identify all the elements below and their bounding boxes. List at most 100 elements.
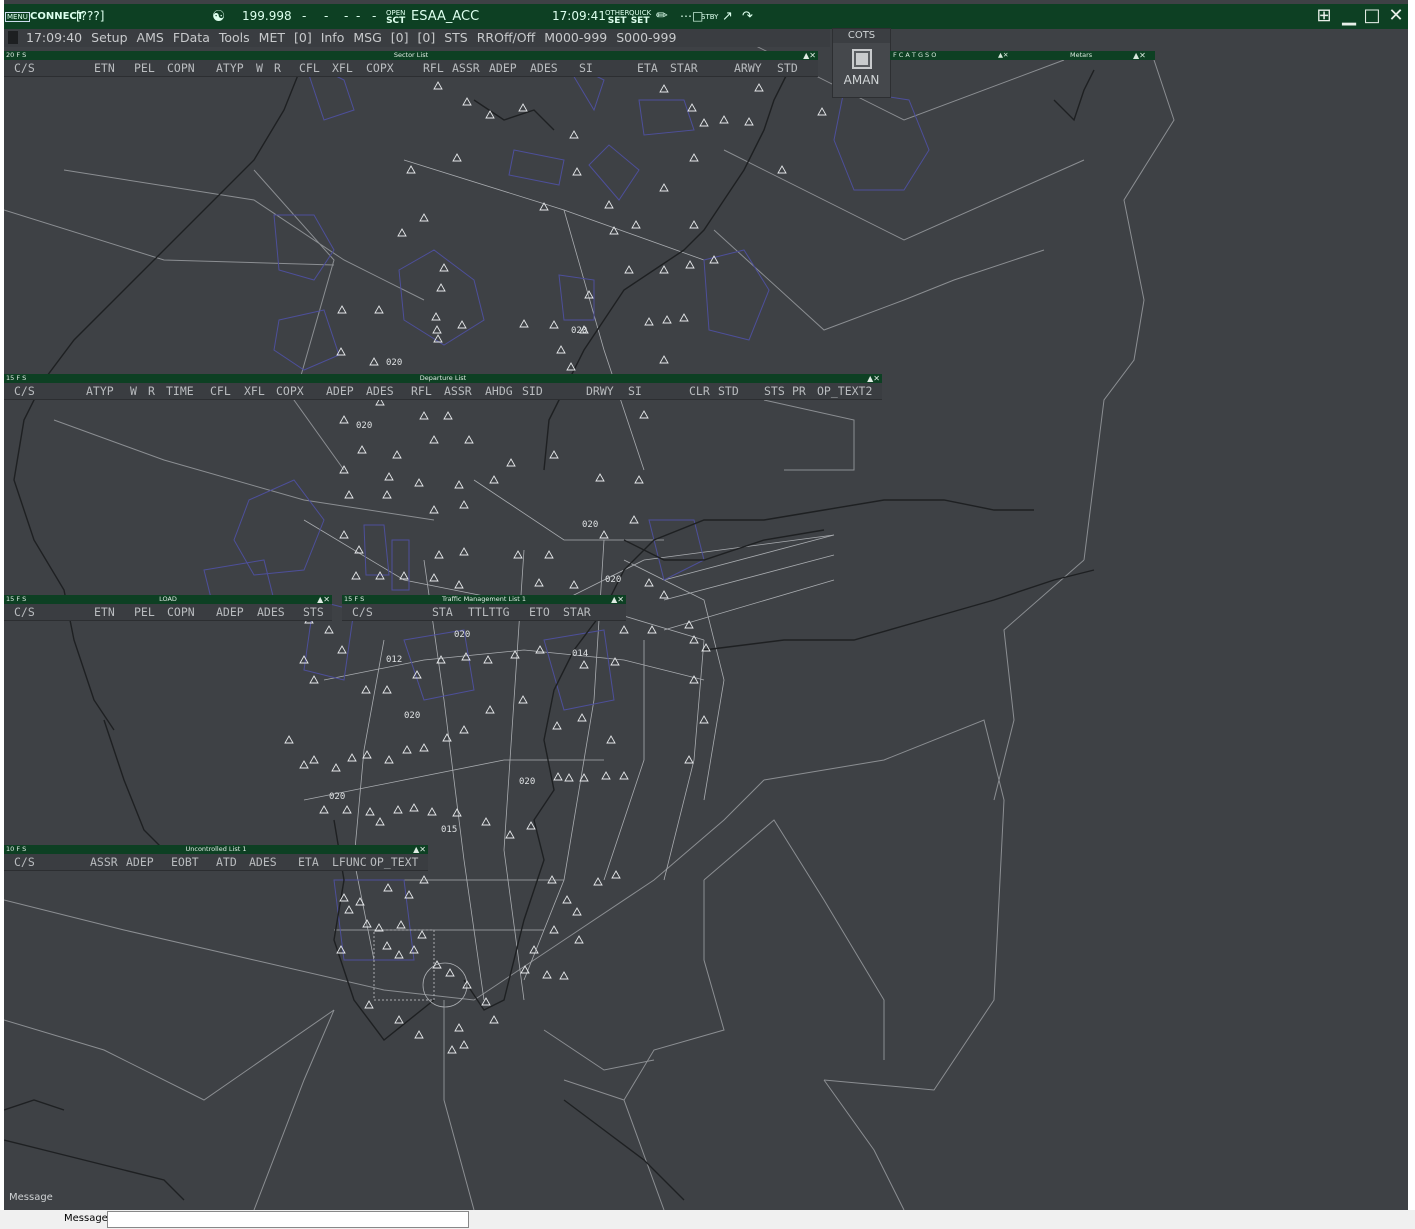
navaid-triangle [442,733,452,742]
navaid-triangle [445,968,455,977]
menu-button[interactable]: MENU [5,4,30,29]
window-controls[interactable]: ▲✕ [611,595,624,604]
tm-list-title: Traffic Management List 1 [441,595,527,603]
navaid-triangle [679,313,689,322]
navaid-triangle [562,895,572,904]
window-controls[interactable]: ▲✕ [867,374,880,383]
maximize-icon[interactable]: □ [1362,7,1382,26]
navaid-triangle [485,705,495,714]
menu-handle[interactable] [8,31,18,44]
navaid-triangle [409,803,419,812]
message-label: Message [64,1213,108,1224]
navaid-triangle [337,645,347,654]
navaid-triangle [526,821,536,830]
menu-msg[interactable]: MSG [353,30,381,45]
navaid-triangle [384,755,394,764]
tma-circle [422,962,468,1008]
menu-met[interactable]: MET [259,30,285,45]
navaid-triangle [459,1040,469,1049]
arrow-icon[interactable]: ↗ [722,4,733,29]
menu-setup[interactable]: Setup [91,30,127,45]
navaid-triangle [462,97,472,106]
metars-strip[interactable]: F C A T G S O ▲✕ Metars ▲✕ [890,51,1155,60]
metars-title: Metars [1070,51,1093,59]
aman-button[interactable] [851,49,872,69]
dotted-square-icon[interactable]: ⋯□ [680,4,703,29]
menu-rroff[interactable]: RROff/Off [477,30,535,45]
metars-controls[interactable]: ▲✕ [998,51,1008,60]
menu-met-count[interactable]: [0] [294,30,312,45]
open-sector-button[interactable]: OPEN SCT [386,4,405,29]
metars-window-controls[interactable]: ▲✕ [1133,51,1146,60]
menu-sts[interactable]: STS [444,30,468,45]
navaid-triangle [414,478,424,487]
navaid-triangle [344,905,354,914]
navaid-triangle [351,571,361,580]
minimize-icon[interactable]: ▁ [1339,7,1359,26]
menu-tools[interactable]: Tools [219,30,250,45]
navaid-triangle [572,167,582,176]
frequency-display[interactable]: 199.998 [242,4,292,29]
route-icon[interactable]: ↷ [742,4,753,29]
navaid-triangle [439,263,449,272]
window-controls[interactable]: ▲✕ [413,845,426,854]
headset-icon[interactable]: ☯ [212,4,225,29]
freq-dash-2[interactable]: - [324,4,328,29]
message-input[interactable] [107,1211,469,1228]
window-controls[interactable]: ▲✕ [803,51,816,60]
navaid-triangle [644,317,654,326]
navaid-triangle [506,458,516,467]
metars-flags[interactable]: F C A T G S O [893,51,936,60]
menu-mode-filter[interactable]: M000-999 [544,30,607,45]
navaid-triangle [397,228,407,237]
standby-button[interactable]: STBY [701,4,718,29]
navaid-triangle [569,130,579,139]
window-controls[interactable]: ▲✕ [317,595,330,604]
navaid-triangle [459,725,469,734]
load-list-window[interactable]: 15 F S LOAD ▲✕ C/S ETN PEL COPN ADEP ADES STS [4,595,332,621]
other-set-button[interactable]: OTHER SET [605,4,629,29]
menu-msg-count-1[interactable]: [0] [391,30,409,45]
navaid-triangle [382,685,392,694]
navaid-triangle [817,107,827,116]
traffic-management-list-window[interactable]: 15 F S Traffic Management List 1 ▲✕ C/S STA… [342,595,626,621]
navaid-triangle [459,500,469,509]
navaid-triangle [631,220,641,229]
navaid-triangle [382,941,392,950]
navaid-triangle [754,83,764,92]
freq-dash-3[interactable]: - [344,4,348,29]
pencil-icon[interactable]: ✏ [656,4,668,29]
freq-dash-5[interactable]: - [372,4,376,29]
menu-ssr-filter[interactable]: S000-999 [616,30,676,45]
uncontrolled-list-window[interactable]: 10 F S Uncontrolled List 1 ▲✕ C/S ASSR ADEP E… [4,845,428,871]
aman-label: AMAN [843,73,880,87]
message-area-label: Message [9,1192,53,1203]
message-bar: Message [0,1210,1415,1229]
menu-info[interactable]: Info [321,30,345,45]
navaid-triangle [319,805,329,814]
menu-msg-count-2[interactable]: [0] [418,30,436,45]
navaid-triangle [447,1045,457,1054]
navaid-triangle [299,655,309,664]
navaid-triangle [634,475,644,484]
navaid-triangle [309,755,319,764]
navaid-triangle [549,320,559,329]
sector-list-window[interactable]: 20 F S Sector List ▲✕ C/S ETN PEL COPN ATYP W R C… [4,51,818,77]
navaid-triangle [599,530,609,539]
quick-set-button[interactable]: QUICK SET [629,4,651,29]
border-lines [4,39,1175,1210]
connect-status: [???] [76,9,105,23]
detach-icon[interactable]: ⊞ [1314,7,1334,26]
sector-lines [303,159,835,1001]
alt-label: 020 [404,711,420,721]
close-icon[interactable]: ✕ [1386,7,1406,26]
alt-label: 020 [571,326,587,336]
menu-ams[interactable]: AMS [137,30,164,45]
navaid-triangle [432,325,442,334]
freq-dash-1[interactable]: - [302,4,306,29]
menu-fdata[interactable]: FData [173,30,210,45]
cots-title: COTS [833,29,890,43]
departure-list-window[interactable]: 15 F S Departure List ▲✕ C/S ATYP W R TIME CFL X… [4,374,882,400]
freq-dash-4[interactable]: - [356,4,360,29]
navaid-triangle [544,550,554,559]
